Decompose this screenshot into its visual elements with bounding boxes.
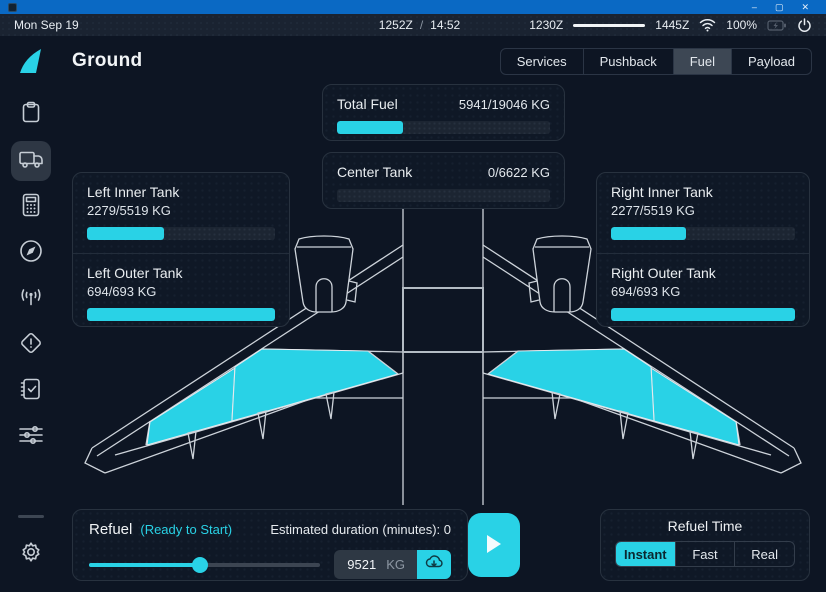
os-titlebar: – ▢ ✕	[0, 0, 826, 14]
flight-end-time: 1445Z	[655, 18, 689, 32]
status-local-time: 14:52	[430, 18, 460, 32]
truck-icon	[18, 148, 44, 175]
refuel-time-real[interactable]: Real	[734, 542, 794, 566]
sync-fuel-button[interactable]	[417, 550, 451, 579]
right-inner-tank-label: Right Inner Tank	[611, 184, 795, 200]
total-fuel-card: Total Fuel 5941/19046 KG	[322, 84, 565, 141]
right-outer-tank-label: Right Outer Tank	[611, 265, 795, 281]
total-fuel-value: 5941/19046 KG	[459, 97, 550, 112]
sidebar-item-clipboard[interactable]	[11, 95, 51, 135]
refuel-time-options: Instant Fast Real	[615, 541, 795, 567]
refuel-time-title: Refuel Time	[615, 518, 795, 534]
sidebar	[0, 36, 62, 592]
sliders-icon	[18, 424, 44, 451]
page-header: Ground Services Pushback Fuel Payload	[62, 36, 826, 82]
sidebar-item-warning[interactable]	[11, 325, 51, 365]
fuel-quantity-group: 9521 KG	[334, 550, 451, 579]
fuel-target-slider[interactable]	[89, 557, 320, 573]
tailfin-logo	[18, 47, 44, 80]
clipboard-icon	[20, 101, 42, 130]
left-outer-tank-section: Left Outer Tank 694/693 KG	[73, 253, 289, 334]
calculator-icon	[21, 193, 41, 222]
status-zulu-time: 1252Z	[379, 18, 413, 32]
app-icon	[8, 3, 17, 12]
left-inner-tank-value: 2279/5519 KG	[87, 203, 275, 218]
center-tank-value: 0/6622 KG	[488, 165, 550, 180]
maximize-button[interactable]: ▢	[766, 0, 793, 14]
battery-percent: 100%	[726, 18, 757, 32]
close-button[interactable]: ✕	[792, 0, 818, 14]
cloud-download-icon	[424, 554, 444, 575]
left-outer-tank-label: Left Outer Tank	[87, 265, 275, 281]
compass-icon	[19, 239, 43, 268]
battery-charging-icon	[767, 20, 787, 31]
flight-start-time: 1230Z	[529, 18, 563, 32]
right-outer-tank-section: Right Outer Tank 694/693 KG	[597, 253, 809, 334]
fuel-quantity-unit: KG	[386, 557, 417, 572]
warning-diamond-icon	[19, 331, 43, 360]
sidebar-item-sliders[interactable]	[11, 417, 51, 457]
left-inner-tank-section: Left Inner Tank 2279/5519 KG	[73, 173, 289, 253]
page-title: Ground	[72, 50, 142, 72]
right-tanks-card: Right Inner Tank 2277/5519 KG Right Oute…	[596, 172, 810, 327]
right-inner-tank-bar	[611, 227, 795, 240]
sidebar-item-antenna[interactable]	[11, 279, 51, 319]
slider-thumb[interactable]	[192, 557, 208, 573]
center-tank-card: Center Tank 0/6622 KG	[322, 152, 565, 209]
refuel-time-instant[interactable]: Instant	[616, 542, 675, 566]
refuel-title: Refuel	[89, 521, 132, 538]
sidebar-item-compass[interactable]	[11, 233, 51, 273]
efb-window: – ▢ ✕ Mon Sep 19 1252Z / 14:52 1230Z 144…	[0, 0, 826, 592]
left-inner-tank-label: Left Inner Tank	[87, 184, 275, 200]
total-fuel-label: Total Fuel	[337, 96, 398, 112]
play-icon	[486, 534, 502, 557]
tab-bar: Services Pushback Fuel Payload	[500, 48, 812, 75]
status-date: Mon Sep 19	[14, 18, 79, 32]
right-outer-tank-bar	[611, 308, 795, 321]
refuel-time-card: Refuel Time Instant Fast Real	[600, 509, 810, 581]
sidebar-divider	[18, 515, 44, 518]
right-outer-tank-value: 694/693 KG	[611, 284, 795, 299]
flight-progress-line	[573, 24, 645, 27]
center-tank-bar	[337, 189, 550, 202]
refuel-duration: Estimated duration (minutes): 0	[270, 522, 451, 537]
gear-icon	[19, 540, 43, 569]
minimize-button[interactable]: –	[743, 0, 766, 14]
left-inner-tank-bar	[87, 227, 275, 240]
tab-services[interactable]: Services	[501, 49, 583, 74]
status-bar: Mon Sep 19 1252Z / 14:52 1230Z 1445Z 100…	[0, 14, 826, 36]
refuel-time-fast[interactable]: Fast	[675, 542, 735, 566]
left-outer-tank-value: 694/693 KG	[87, 284, 275, 299]
checklist-icon	[19, 377, 43, 406]
sidebar-item-truck[interactable]	[11, 141, 51, 181]
tab-pushback[interactable]: Pushback	[583, 49, 673, 74]
left-outer-tank-bar	[87, 308, 275, 321]
tab-payload[interactable]: Payload	[731, 49, 811, 74]
total-fuel-bar-fill	[337, 121, 403, 134]
refuel-status: (Ready to Start)	[140, 522, 232, 537]
fuel-quantity-input[interactable]: 9521	[334, 557, 386, 572]
wifi-icon	[699, 18, 716, 32]
right-inner-tank-section: Right Inner Tank 2277/5519 KG	[597, 173, 809, 253]
refuel-card: Refuel (Ready to Start) Estimated durati…	[72, 509, 468, 581]
right-inner-tank-value: 2277/5519 KG	[611, 203, 795, 218]
center-tank-label: Center Tank	[337, 164, 412, 180]
sidebar-item-checklist[interactable]	[11, 371, 51, 411]
total-fuel-bar	[337, 121, 550, 134]
time-separator: /	[420, 18, 423, 32]
tab-fuel[interactable]: Fuel	[673, 49, 731, 74]
sidebar-item-settings[interactable]	[11, 534, 51, 574]
start-refuel-button[interactable]	[468, 513, 520, 577]
antenna-icon	[18, 285, 44, 314]
sidebar-item-calculator[interactable]	[11, 187, 51, 227]
left-tanks-card: Left Inner Tank 2279/5519 KG Left Outer …	[72, 172, 290, 327]
power-icon[interactable]	[797, 18, 812, 33]
